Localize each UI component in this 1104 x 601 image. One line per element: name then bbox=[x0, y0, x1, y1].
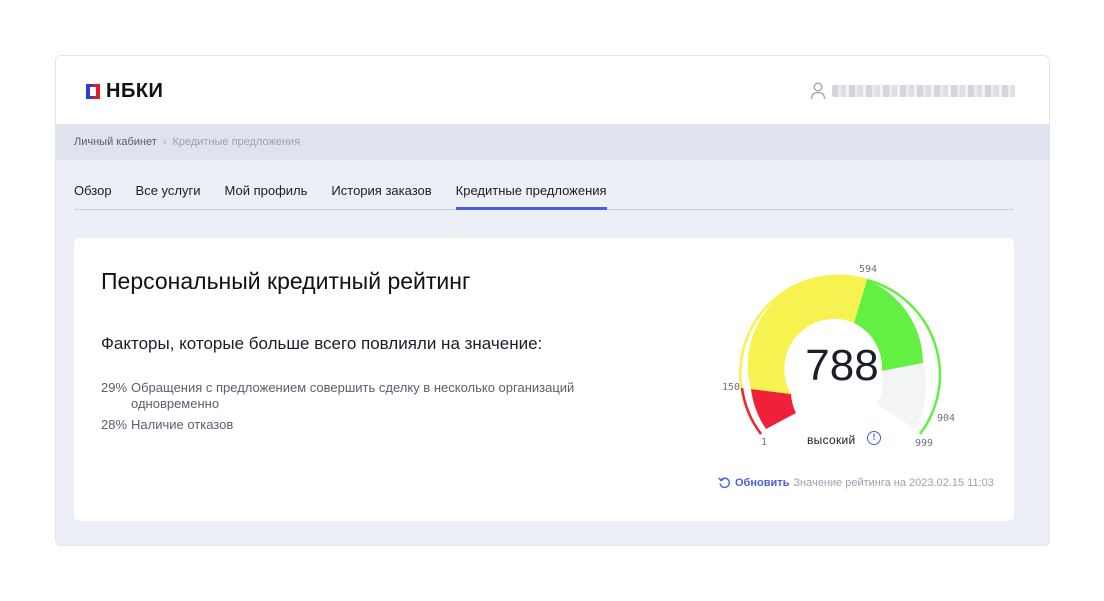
logo[interactable]: НБКИ bbox=[86, 80, 163, 103]
factor-text: Обращения с предложением совершить сделк… bbox=[131, 380, 575, 411]
tab-credit-offers[interactable]: Кредитные предложения bbox=[455, 183, 607, 210]
header: НБКИ bbox=[56, 56, 1049, 124]
factor-percent: 28% bbox=[101, 417, 128, 432]
tab-order-history[interactable]: История заказов bbox=[331, 183, 431, 210]
refresh-row: Обновить Значение рейтинга на 2023.02.15… bbox=[718, 476, 994, 489]
breadcrumb-item-cabinet[interactable]: Личный кабинет bbox=[74, 136, 157, 148]
refresh-icon[interactable] bbox=[718, 476, 731, 489]
card-title: Персональный кредитный рейтинг bbox=[101, 268, 471, 294]
tab-bar: Обзор Все услуги Мой профиль История зак… bbox=[74, 160, 1014, 210]
gauge-label-904: 904 bbox=[937, 413, 955, 424]
factor-item: 28% Наличие отказов bbox=[101, 417, 601, 433]
gauge-label-150: 150 bbox=[722, 382, 740, 393]
tab-overview[interactable]: Обзор bbox=[74, 183, 112, 210]
user-menu[interactable] bbox=[810, 82, 1015, 100]
logo-icon bbox=[86, 84, 100, 99]
breadcrumb-item-current: Кредитные предложения bbox=[172, 136, 301, 148]
factor-text: Наличие отказов bbox=[131, 417, 234, 432]
factor-percent: 29% bbox=[101, 380, 128, 395]
breadcrumb: Личный кабинет › Кредитные предложения bbox=[56, 124, 1049, 160]
logo-text: НБКИ bbox=[106, 80, 164, 102]
tab-my-profile[interactable]: Мой профиль bbox=[225, 183, 308, 210]
factors-title: Факторы, которые больше всего повлияли н… bbox=[101, 334, 543, 353]
credit-rating-card: Персональный кредитный рейтинг Факторы, … bbox=[74, 238, 1014, 521]
gauge-label-999: 999 bbox=[915, 438, 933, 449]
app-window: НБКИ Личный кабинет › Кредитные предложе… bbox=[55, 55, 1050, 546]
info-icon[interactable]: ! bbox=[867, 431, 881, 445]
rating-score: 788 bbox=[805, 341, 879, 390]
gauge-label-1: 1 bbox=[761, 437, 767, 448]
gauge-label-594: 594 bbox=[859, 264, 877, 275]
breadcrumb-separator: › bbox=[162, 136, 167, 148]
rating-date: Значение рейтинга на 2023.02.15 11:03 bbox=[793, 476, 994, 489]
refresh-button[interactable]: Обновить bbox=[735, 477, 789, 489]
user-icon bbox=[810, 82, 826, 100]
user-name-redacted bbox=[832, 85, 1015, 97]
rating-level: высокий bbox=[807, 433, 856, 447]
gauge-segment-red bbox=[751, 389, 796, 429]
factor-item: 29% Обращения с предложением совершить с… bbox=[101, 380, 601, 412]
tab-all-services[interactable]: Все услуги bbox=[136, 183, 201, 210]
gauge-segment-empty bbox=[877, 363, 926, 429]
